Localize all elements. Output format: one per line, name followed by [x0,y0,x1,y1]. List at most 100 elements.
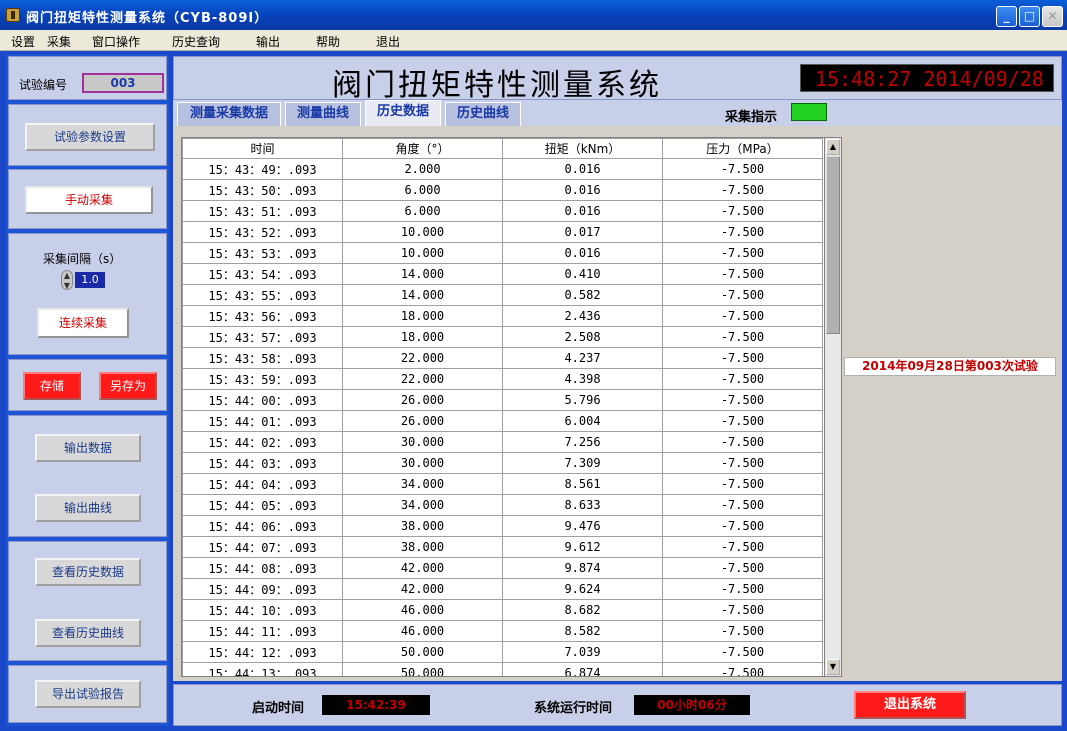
cell-angle: 38.000 [342,515,503,537]
column-header-time[interactable]: 时间 [182,138,343,159]
cell-time: 15：44：13：.093 [182,662,343,676]
table-row[interactable]: 15：44：09：.093 42.000 9.624 -7.500 [182,578,823,600]
tab-history-data[interactable]: 历史数据 [365,100,441,126]
cell-pressure: -7.500 [662,389,823,411]
cell-angle: 2.000 [342,158,503,180]
cell-time: 15：44：12：.093 [182,641,343,663]
menu-acquire[interactable]: 采集 [47,33,71,50]
cell-time: 15：43：58：.093 [182,347,343,369]
trial-number-section: 试验编号 003 [8,56,167,100]
title-bar: 阀门扭矩特性测量系统（CYB-809I） _ □ ✕ [0,0,1067,30]
cell-angle: 18.000 [342,326,503,348]
cell-time: 15：44：05：.093 [182,494,343,516]
table-row[interactable]: 15：44：01：.093 26.000 6.004 -7.500 [182,410,823,432]
cell-pressure: -7.500 [662,179,823,201]
param-settings-button[interactable]: 试验参数设置 [25,123,155,151]
tab-history-curve[interactable]: 历史曲线 [445,102,521,126]
table-row[interactable]: 15：43：50：.093 6.000 0.016 -7.500 [182,179,823,201]
table-row[interactable]: 15：43：58：.093 22.000 4.237 -7.500 [182,347,823,369]
table-row[interactable]: 15：44：13：.093 50.000 6.874 -7.500 [182,662,823,676]
left-panel: 试验编号 003 试验参数设置 手动采集 采集间隔（s） ▲ ▼ 1.0 连续采集… [6,54,169,726]
table-row[interactable]: 15：44：04：.093 34.000 8.561 -7.500 [182,473,823,495]
cell-pressure: -7.500 [662,515,823,537]
table-row[interactable]: 15：43：55：.093 14.000 0.582 -7.500 [182,284,823,306]
export-report-button[interactable]: 导出试验报告 [35,680,141,708]
cell-pressure: -7.500 [662,536,823,558]
menu-window[interactable]: 窗口操作 [92,33,140,50]
cell-angle: 38.000 [342,536,503,558]
cell-pressure: -7.500 [662,410,823,432]
table-row[interactable]: 15：43：52：.093 10.000 0.017 -7.500 [182,221,823,243]
table-row[interactable]: 15：44：12：.093 50.000 7.039 -7.500 [182,641,823,663]
cell-time: 15：44：00：.093 [182,389,343,411]
table-scrollbar[interactable]: ▲ ▼ [824,137,842,677]
cell-torque: 5.796 [502,389,663,411]
cell-torque: 0.016 [502,200,663,222]
table-row[interactable]: 15：44：06：.093 38.000 9.476 -7.500 [182,515,823,537]
table-row[interactable]: 15：44：05：.093 34.000 8.633 -7.500 [182,494,823,516]
table-row[interactable]: 15：44：08：.093 42.000 9.874 -7.500 [182,557,823,579]
save-button[interactable]: 存储 [23,372,81,400]
menu-history[interactable]: 历史查询 [172,33,220,50]
cell-torque: 0.017 [502,221,663,243]
cell-pressure: -7.500 [662,431,823,453]
minimize-button[interactable]: _ [996,6,1017,27]
tab-measure-curve[interactable]: 测量曲线 [285,102,361,126]
table-row[interactable]: 15：44：10：.093 46.000 8.682 -7.500 [182,599,823,621]
column-header-pressure[interactable]: 压力（MPa） [662,138,823,159]
manual-acquire-button[interactable]: 手动采集 [25,186,153,214]
cell-angle: 50.000 [342,662,503,676]
menu-bar: 设置 采集 窗口操作 历史查询 输出 帮助 退出 [0,30,1067,51]
menu-help[interactable]: 帮助 [316,33,340,50]
export-data-button[interactable]: 输出数据 [35,434,141,462]
save-as-button[interactable]: 另存为 [99,372,157,400]
view-history-curve-button[interactable]: 查看历史曲线 [35,619,141,647]
param-section: 试验参数设置 [8,104,167,166]
scroll-thumb[interactable] [826,156,840,334]
column-header-angle[interactable]: 角度（°） [342,138,503,159]
scroll-up-arrow-icon[interactable]: ▲ [826,139,840,155]
cell-pressure: -7.500 [662,599,823,621]
table-row[interactable]: 15：43：53：.093 10.000 0.016 -7.500 [182,242,823,264]
interval-input[interactable]: 1.0 [75,272,105,288]
table-row[interactable]: 15：43：51：.093 6.000 0.016 -7.500 [182,200,823,222]
scroll-down-arrow-icon[interactable]: ▼ [826,659,840,675]
cell-torque: 8.582 [502,620,663,642]
table-row[interactable]: 15：43：49：.093 2.000 0.016 -7.500 [182,158,823,180]
tab-measure-data[interactable]: 测量采集数据 [177,102,281,126]
cell-time: 15：43：57：.093 [182,326,343,348]
table-row[interactable]: 15：44：00：.093 26.000 5.796 -7.500 [182,389,823,411]
cell-angle: 14.000 [342,263,503,285]
trial-number-field[interactable]: 003 [82,73,164,93]
cell-angle: 34.000 [342,473,503,495]
continuous-acquire-button[interactable]: 连续采集 [37,308,129,338]
clock-display: 15:48:27 2014/09/28 [800,64,1054,92]
start-time-value: 15:42:39 [322,695,430,715]
cell-time: 15：44：10：.093 [182,599,343,621]
table-row[interactable]: 15：43：57：.093 18.000 2.508 -7.500 [182,326,823,348]
cell-torque: 7.309 [502,452,663,474]
table-row[interactable]: 15：44：11：.093 46.000 8.582 -7.500 [182,620,823,642]
table-row[interactable]: 15：43：59：.093 22.000 4.398 -7.500 [182,368,823,390]
menu-settings[interactable]: 设置 [11,33,35,50]
cell-torque: 9.624 [502,578,663,600]
cell-pressure: -7.500 [662,284,823,306]
exit-system-button[interactable]: 退出系统 [854,691,966,719]
table-row[interactable]: 15：43：56：.093 18.000 2.436 -7.500 [182,305,823,327]
table-row[interactable]: 15：44：07：.093 38.000 9.612 -7.500 [182,536,823,558]
table-row[interactable]: 15：43：54：.093 14.000 0.410 -7.500 [182,263,823,285]
cell-torque: 7.256 [502,431,663,453]
maximize-button[interactable]: □ [1019,6,1040,27]
table-row[interactable]: 15：44：02：.093 30.000 7.256 -7.500 [182,431,823,453]
cell-torque: 8.682 [502,599,663,621]
close-button[interactable]: ✕ [1042,6,1063,27]
view-history-data-button[interactable]: 查看历史数据 [35,558,141,586]
table-row[interactable]: 15：44：03：.093 30.000 7.309 -7.500 [182,452,823,474]
menu-exit[interactable]: 退出 [376,33,400,50]
column-header-torque[interactable]: 扭矩（kNm） [502,138,663,159]
cell-torque: 0.582 [502,284,663,306]
menu-output[interactable]: 输出 [256,33,280,50]
interval-spinner[interactable]: ▲ ▼ [61,270,73,290]
window-title: 阀门扭矩特性测量系统（CYB-809I） [26,11,269,26]
export-curve-button[interactable]: 输出曲线 [35,494,141,522]
